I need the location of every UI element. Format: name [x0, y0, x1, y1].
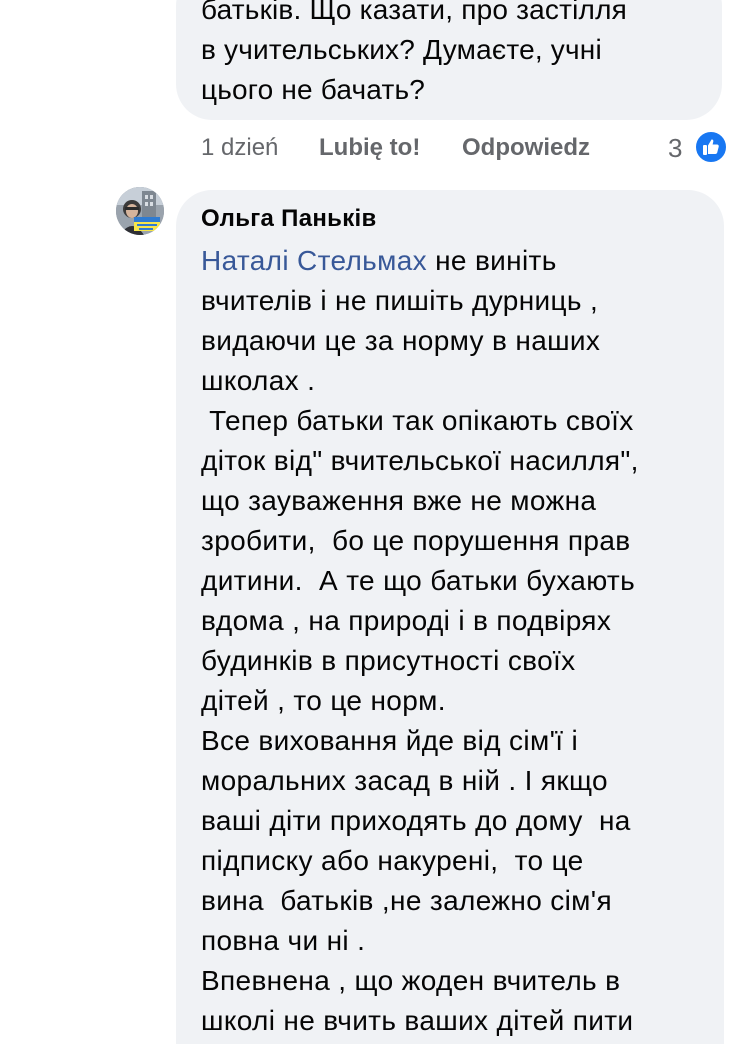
comment-line: дітей , то це норм. — [201, 685, 446, 716]
previous-comment-line: в учительських? Думаєте, учні — [201, 34, 602, 65]
comment-line: школі не вчить ваших дітей пити — [201, 1005, 634, 1036]
mention-link[interactable]: Наталі Стельмах — [201, 245, 427, 276]
like-button[interactable]: Lubię to! — [319, 132, 420, 164]
reaction-count[interactable]: 3 — [668, 132, 682, 164]
comment-line: Все виховання йде від сім'ї і — [201, 725, 579, 756]
previous-comment-line: цього не бачать? — [201, 74, 426, 105]
comment-line: вчителів і не пишіть дурниць , — [201, 285, 599, 316]
comment-line: Наталі Стельмах не виніть — [201, 241, 721, 281]
comment-line: ваші діти приходять до дому на — [201, 805, 631, 836]
comment-line: підписку або накурені, то це — [201, 845, 584, 876]
comment-line: видаючи це за норму в наших — [201, 325, 601, 356]
comment-actions: 1 dzień Lubię to! Odpowiedz 3 — [0, 130, 748, 164]
comment-body: Наталі Стельмах не виніть вчителів і не … — [201, 241, 721, 1041]
comments-thread: батьків. Що казати, про застілля в учите… — [0, 0, 748, 1044]
comment-line: діток від" вчительської насилля", — [201, 445, 639, 476]
comment-line: школах . — [201, 365, 316, 396]
comment-line: дитини. А те що батьки бухають — [201, 565, 636, 596]
previous-comment-line: батьків. Що казати, про застілля — [201, 0, 627, 25]
comment-line: будинків в присутності своїх — [201, 645, 576, 676]
comment-author[interactable]: Ольга Паньків — [201, 203, 377, 235]
comment-line: зробити, бо це порушення прав — [201, 525, 631, 556]
comment-line: Впевнена , що жоден вчитель в — [201, 965, 621, 996]
comment-line: Тепер батьки так опікають своїх — [201, 405, 634, 436]
thumbs-up-icon[interactable] — [694, 130, 728, 164]
reply-button[interactable]: Odpowiedz — [462, 132, 590, 164]
comment-line: що зауваження вже не можна — [201, 485, 597, 516]
comment-text: не виніть — [426, 245, 557, 276]
comment-line: моральних засад в ній . І якщо — [201, 765, 608, 796]
comment-line: вина батьків ,не залежно сім'я — [201, 885, 612, 916]
avatar[interactable] — [116, 187, 164, 235]
comment-line: вдома , на природі і в подвірях — [201, 605, 612, 636]
comment-timestamp[interactable]: 1 dzień — [201, 132, 278, 164]
previous-comment-text: батьків. Що казати, про застілля в учите… — [201, 0, 701, 110]
comment-line: повна чи ні . — [201, 925, 366, 956]
